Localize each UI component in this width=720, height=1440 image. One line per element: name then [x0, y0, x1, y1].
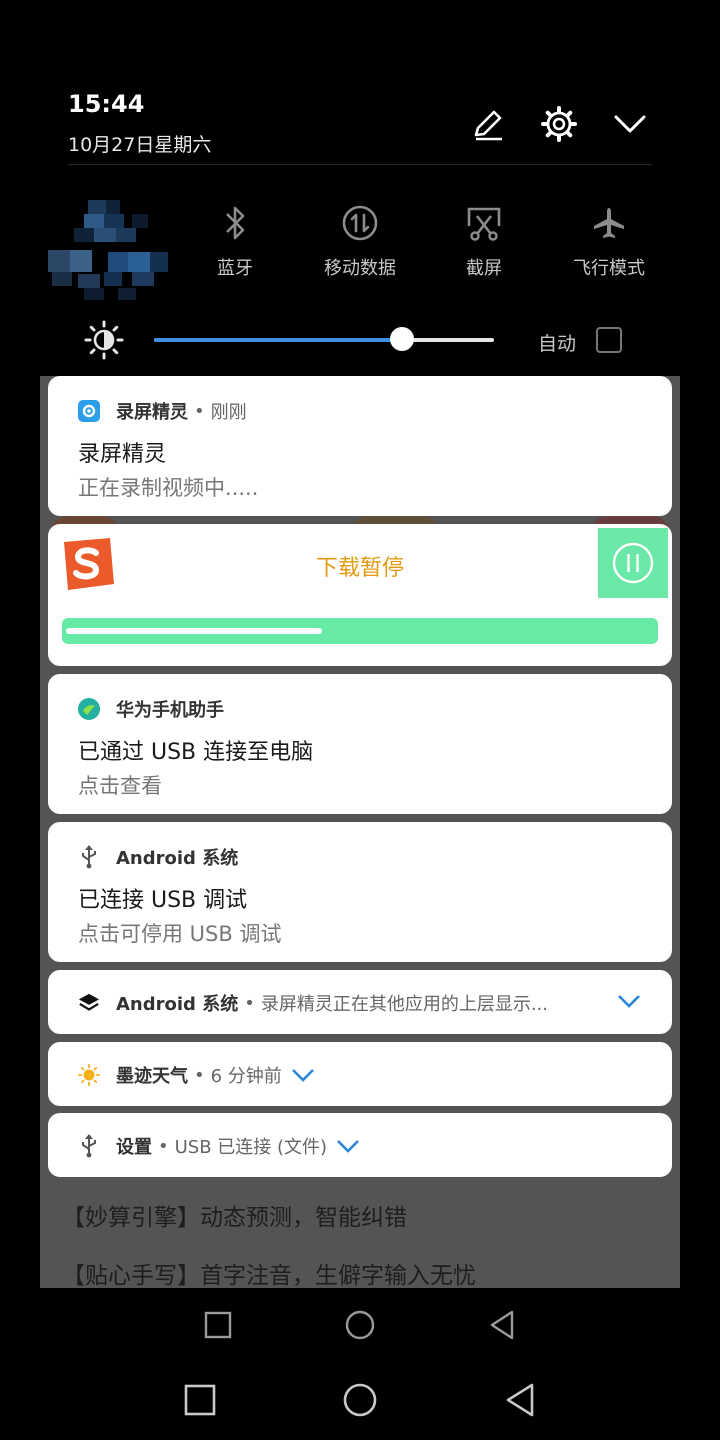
background-text-line: 【妙算引擎】动态预测，智能纠错	[62, 1205, 407, 1231]
notification-time: 刚刚	[210, 402, 247, 423]
notification-app-name: 录屏精灵	[116, 402, 188, 423]
expand-button[interactable]	[290, 1064, 316, 1086]
back-button[interactable]	[500, 1380, 540, 1420]
expand-button[interactable]	[616, 990, 642, 1016]
circle-home-icon	[343, 1383, 377, 1417]
brightness-slider[interactable]	[154, 327, 494, 351]
recents-button[interactable]	[198, 1305, 238, 1345]
notification-text: 正在录制视频中.....	[78, 476, 259, 500]
separator: •	[244, 992, 255, 1014]
chevron-down-icon	[291, 1069, 314, 1082]
recents-button[interactable]	[180, 1380, 220, 1420]
header-divider	[68, 164, 652, 165]
brightness-icon	[84, 320, 124, 360]
usb-icon	[78, 1134, 100, 1158]
background-text-line: 【贴心手写】首字注音，生僻字输入无忧	[62, 1263, 476, 1288]
auto-brightness-label: 自动	[538, 333, 577, 355]
toggle-label: 飞行模式	[573, 258, 645, 279]
square-recents-icon	[204, 1311, 232, 1339]
notification-app-name: Android 系统	[116, 848, 239, 869]
download-status: 下载暂停	[315, 556, 404, 581]
pause-icon	[612, 542, 654, 584]
separator: •	[194, 400, 205, 422]
notification-huawei-assistant[interactable]: 华为手机助手 已通过 USB 连接至电脑 点击查看	[48, 674, 672, 814]
brightness-slider-fill	[154, 338, 403, 342]
auto-brightness-checkbox[interactable]	[596, 327, 622, 353]
separator: •	[158, 1135, 169, 1157]
notification-app-name: 华为手机助手	[116, 700, 224, 721]
notification-weather[interactable]: 墨迹天气 • 6 分钟前	[48, 1042, 672, 1106]
download-progress-fill	[66, 628, 323, 634]
edit-button[interactable]	[466, 102, 510, 146]
clock-time: 15:44	[68, 90, 145, 118]
layers-icon	[78, 992, 100, 1014]
toggle-bluetooth[interactable]: 蓝牙	[170, 198, 300, 280]
circle-home-icon	[345, 1310, 375, 1340]
download-progress-bar	[62, 618, 658, 644]
chevron-down-icon	[337, 1140, 359, 1153]
brightness-slider-thumb[interactable]	[390, 327, 415, 351]
notification-app-name: Android 系统	[116, 994, 239, 1015]
download-pause-button[interactable]	[598, 528, 668, 598]
triangle-back-icon	[490, 1310, 514, 1340]
settings-button[interactable]	[537, 102, 581, 146]
bluetooth-icon	[226, 206, 245, 240]
toggle-label: 蓝牙	[217, 258, 253, 279]
toggle-airplane-mode[interactable]: 飞行模式	[544, 198, 674, 280]
edit-icon	[474, 110, 502, 141]
notification-overlay[interactable]: Android 系统 • 录屏精灵正在其他应用的上层显示...	[48, 970, 672, 1034]
toggle-mobile-data[interactable]: 移动数据	[295, 198, 425, 280]
expand-button[interactable]	[335, 1135, 361, 1157]
notification-text: 点击查看	[78, 774, 162, 798]
airplane-icon	[594, 208, 624, 238]
blurred-avatar[interactable]	[48, 200, 168, 300]
notification-app-name: 墨迹天气	[116, 1066, 188, 1087]
settings-gear-icon	[541, 106, 577, 142]
toggle-label: 移动数据	[324, 258, 396, 279]
chevron-down-icon	[618, 995, 640, 1008]
collapse-chevron-icon	[614, 115, 646, 133]
date-label: 10月27日星期六	[68, 134, 212, 156]
notification-title: 录屏精灵	[78, 442, 167, 467]
notification-usb-debugging[interactable]: Android 系统 已连接 USB 调试 点击可停用 USB 调试	[48, 822, 672, 962]
separator: •	[194, 1064, 205, 1086]
home-button[interactable]	[340, 1305, 380, 1345]
sun-weather-icon	[78, 1064, 100, 1086]
square-recents-icon	[184, 1384, 216, 1416]
collapse-button[interactable]	[608, 102, 652, 146]
notification-summary: 录屏精灵正在其他应用的上层显示...	[260, 994, 548, 1015]
notification-app-name: 设置	[116, 1137, 152, 1158]
screenshot-icon	[467, 207, 501, 241]
mobile-data-icon	[342, 205, 378, 241]
notification-title: 已通过 USB 连接至电脑	[78, 740, 314, 765]
back-button[interactable]	[482, 1305, 522, 1345]
notification-download[interactable]: 下载暂停	[48, 524, 672, 666]
notification-time: 6 分钟前	[210, 1066, 282, 1087]
recorder-app-icon	[78, 400, 100, 422]
notification-title: 已连接 USB 调试	[78, 888, 248, 913]
home-button[interactable]	[340, 1380, 380, 1420]
huawei-assistant-icon	[78, 698, 100, 720]
notification-recorder[interactable]: 录屏精灵 • 刚刚 录屏精灵 正在录制视频中.....	[48, 376, 672, 516]
notification-settings-usb[interactable]: 设置 • USB 已连接 (文件)	[48, 1113, 672, 1177]
notification-text: 点击可停用 USB 调试	[78, 922, 282, 946]
toggle-screenshot[interactable]: 截屏	[419, 198, 549, 280]
notification-summary: USB 已连接 (文件)	[174, 1137, 328, 1158]
usb-icon	[78, 845, 100, 869]
toggle-label: 截屏	[466, 258, 502, 279]
triangle-back-icon	[506, 1383, 534, 1417]
